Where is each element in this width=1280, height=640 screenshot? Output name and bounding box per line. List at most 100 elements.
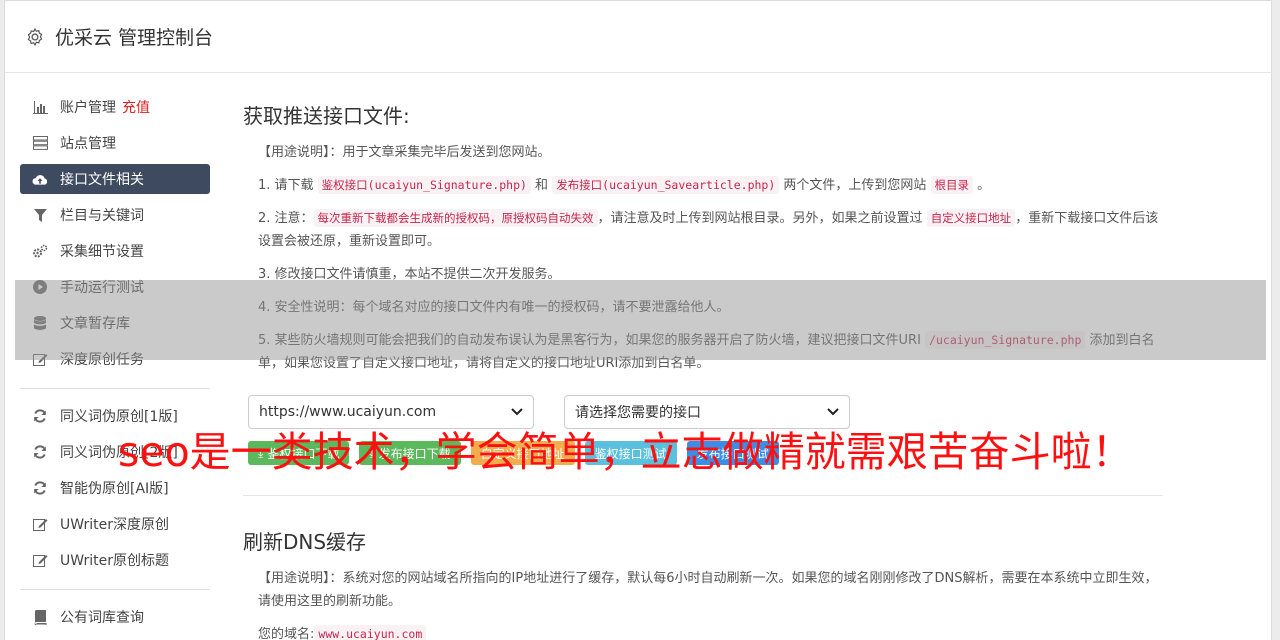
sidebar-item-label: 采集细节设置 [60,244,144,260]
sidebar-item-label: 手动运行测试 [60,280,144,296]
sidebar-item-label: 公有词库查询 [60,610,144,626]
usage-text: 系统对您的网站域名所指向的IP地址进行了缓存，默认每6小时自动刷新一次。如果您的… [258,571,1158,609]
section-title-push-files: 获取推送接口文件: [243,104,410,128]
main-content: 获取推送接口文件: 【用途说明】：用于文章采集完毕后发送到您网站。 1. 请下载… [243,100,1163,640]
domain-line: 您的域名: www.ucaiyun.com [258,623,1163,640]
select-row: https://www.ucaiyun.com 请选择您需要的接口 [248,395,1163,429]
auth-code-warning: 每次重新下载都会生成新的授权码，原授权码自动失效 [313,209,598,227]
book-icon [32,609,48,625]
server-icon [32,135,48,151]
usage-description: 【用途说明】：用于文章采集完毕后发送到您网站。 [258,141,1163,164]
sidebar-item-collect-settings[interactable]: 采集细节设置 [20,236,210,266]
action-buttons: ⤓ 鉴权接口下载 ⤓ 发布接口下载 自定义接口地址 鉴权接口测试 发布接口测试 [248,441,1163,465]
signature-uri-code: /ucaiyun_Signature.php [925,331,1086,349]
test-signature-button[interactable]: 鉴权接口测试 [584,441,677,465]
recharge-link[interactable]: 充值 [122,97,150,117]
instruction-text: 。 [973,178,991,193]
usage-label: 【用途说明】： [258,571,343,586]
section-divider [243,495,1163,496]
app-title: 优采云 管理控制台 [55,27,214,49]
instruction-text: 2. 注意： [258,211,314,226]
sidebar-item-label: UWriter深度原创 [60,517,169,533]
instruction-text: 两个文件，上传到您网站 [779,178,931,193]
sidebar-item-label: 站点管理 [60,136,116,152]
play-circle-icon [32,279,48,295]
gear-icon [27,27,43,46]
instruction-text: ，请注意及时上传到网站根目录。另外，如果之前设置过 [597,211,927,226]
button-label: 发布接口测试 [696,446,769,461]
site-select[interactable]: https://www.ucaiyun.com [248,395,534,429]
usage-text: 用于文章采集完毕后发送到您网站。 [342,145,551,160]
interface-select-value: 请选择您需要的接口 [575,405,701,421]
sidebar-item-ai-rewrite[interactable]: 智能伪原创[AI版] [20,473,210,503]
dns-usage-description: 【用途说明】：系统对您的网站域名所指向的IP地址进行了缓存，默认每6小时自动刷新… [258,567,1163,613]
edit-icon [32,351,48,367]
domain-value: www.ucaiyun.com [314,625,427,640]
download-icon: ⤓ [258,445,264,460]
custom-interface-code: 自定义接口地址 [926,209,1016,227]
edit-icon [32,516,48,532]
instruction-text: 5. 某些防火墙规则可能会把我们的自动发布误认为是黑客行为，如果您的服务器开启了… [258,333,926,348]
chevron-down-icon [827,408,839,416]
bar-chart-icon [32,99,48,115]
signature-file-code: 鉴权接口(ucaiyun_Signature.php) [317,176,531,194]
sidebar-item-manual-test[interactable]: 手动运行测试 [20,272,210,302]
sidebar-item-uwriter-title[interactable]: UWriter原创标题 [20,545,210,575]
sidebar-item-label: 同义词伪原创[2版] [60,445,178,461]
sidebar-item-label: 文章暂存库 [60,316,130,332]
instruction-4: 4. 安全性说明：每个域名对应的接口文件内有唯一的授权码，请不要泄露给他人。 [258,300,730,315]
sidebar-item-public-lexicon[interactable]: 公有词库查询 [20,602,210,632]
site-select-value: https://www.ucaiyun.com [259,404,437,420]
instruction-3: 3. 修改接口文件请慎重，本站不提供二次开发服务。 [258,267,561,282]
instruction-1: 1. 请下载 鉴权接口(ucaiyun_Signature.php) 和 发布接… [258,174,1163,197]
button-label: 发布接口下载 [378,446,451,461]
instruction-5: 5. 某些防火墙规则可能会把我们的自动发布误认为是黑客行为，如果您的服务器开启了… [258,329,1163,375]
domain-label: 您的域名: [258,627,315,640]
instruction-text: 和 [530,178,553,193]
button-label: 自定义接口地址 [480,446,565,461]
cloud-upload-icon [32,171,48,187]
filter-icon [32,207,48,223]
sidebar-divider [20,388,210,389]
sidebar-item-columns-keywords[interactable]: 栏目与关键词 [20,200,210,230]
sidebar-item-deep-original-tasks[interactable]: 深度原创任务 [20,344,210,374]
test-publish-button[interactable]: 发布接口测试 [686,441,779,465]
usage-label: 【用途说明】： [258,145,343,160]
sidebar-item-uwriter-deep[interactable]: UWriter深度原创 [20,509,210,539]
refresh-icon [32,444,48,460]
sidebar-item-interface-files[interactable]: 接口文件相关 [20,164,210,194]
instruction-text: 1. 请下载 [258,178,318,193]
sidebar-item-label: 接口文件相关 [60,172,144,188]
refresh-icon [32,408,48,424]
interface-select[interactable]: 请选择您需要的接口 [564,395,850,429]
custom-interface-button[interactable]: 自定义接口地址 [470,441,575,465]
sidebar-item-label: 账户管理 [60,100,116,116]
database-icon [32,315,48,331]
sidebar-item-sites[interactable]: 站点管理 [20,128,210,158]
sidebar-item-label: 栏目与关键词 [60,208,144,224]
sidebar-item-label: 同义词伪原创[1版] [60,409,178,425]
sidebar-item-synonym-v2[interactable]: 同义词伪原创[2版] [20,437,210,467]
cogs-icon [32,243,48,259]
savearticle-file-code: 发布接口(ucaiyun_Savearticle.php) [552,176,780,194]
download-publish-button[interactable]: ⤓ 发布接口下载 [359,441,461,465]
sidebar-item-account[interactable]: 账户管理 充值 [20,92,210,122]
button-label: 鉴权接口下载 [267,446,340,461]
edit-icon [32,552,48,568]
chevron-down-icon [511,408,523,416]
sidebar-item-label: 深度原创任务 [60,352,144,368]
instruction-2: 2. 注意： 每次重新下载都会生成新的授权码，原授权码自动失效 ，请注意及时上传到网… [258,207,1163,253]
button-label: 鉴权接口测试 [594,446,667,461]
sidebar-divider [20,589,210,590]
app-header: 优采云 管理控制台 [5,1,1271,73]
sidebar-item-article-storage[interactable]: 文章暂存库 [20,308,210,338]
refresh-icon [32,480,48,496]
sidebar: 账户管理 充值 站点管理 接口文件相关 栏目与关键词 采集细节设置 手动运行测试… [20,92,210,638]
sidebar-item-label: 智能伪原创[AI版] [60,481,169,497]
root-dir-code: 根目录 [930,176,974,194]
sidebar-item-synonym-v1[interactable]: 同义词伪原创[1版] [20,401,210,431]
download-icon: ⤓ [369,445,375,460]
section-title-dns: 刷新DNS缓存 [243,530,367,554]
download-signature-button[interactable]: ⤓ 鉴权接口下载 [248,441,350,465]
sidebar-item-label: UWriter原创标题 [60,553,169,569]
